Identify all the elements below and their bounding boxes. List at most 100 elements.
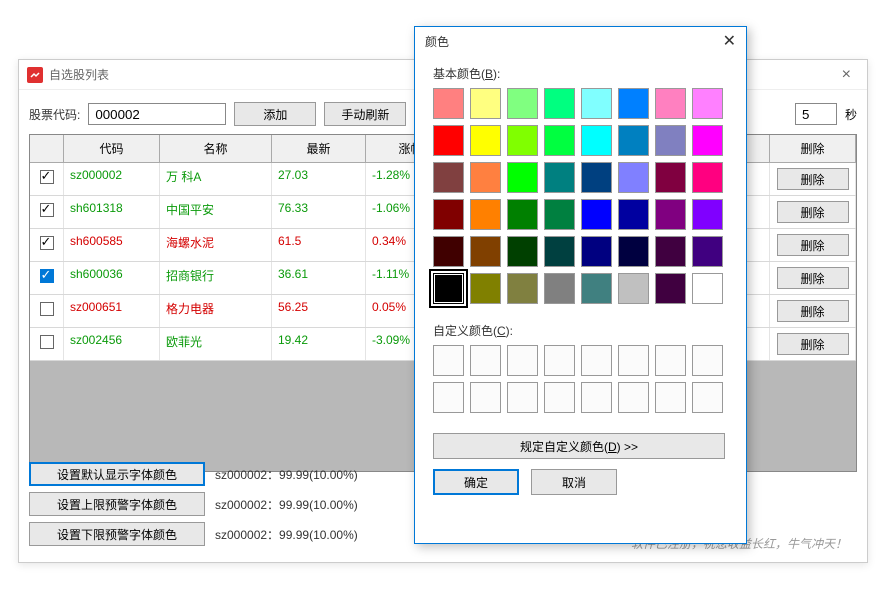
color-swatch[interactable]	[581, 88, 612, 119]
color-swatch[interactable]	[433, 199, 464, 230]
custom-colors-label: 自定义颜色(C):	[433, 322, 728, 339]
code-label: 股票代码:	[29, 106, 80, 123]
color-swatch[interactable]	[692, 199, 723, 230]
color-swatch[interactable]	[655, 199, 686, 230]
cell-latest: 56.25	[272, 295, 366, 327]
color-swatch[interactable]	[470, 125, 501, 156]
color-swatch[interactable]	[433, 88, 464, 119]
color-swatch[interactable]	[507, 273, 538, 304]
cancel-button[interactable]: 取消	[531, 469, 617, 495]
color-swatch[interactable]	[581, 273, 612, 304]
color-swatch[interactable]	[544, 125, 575, 156]
color-swatch[interactable]	[470, 273, 501, 304]
color-swatch[interactable]	[544, 199, 575, 230]
custom-color-swatch[interactable]	[618, 382, 649, 413]
color-swatch[interactable]	[507, 162, 538, 193]
color-swatch[interactable]	[618, 273, 649, 304]
color-swatch[interactable]	[692, 236, 723, 267]
custom-color-swatch[interactable]	[433, 382, 464, 413]
color-swatch[interactable]	[655, 125, 686, 156]
color-swatch[interactable]	[470, 88, 501, 119]
add-button[interactable]: 添加	[234, 102, 316, 126]
app-icon	[27, 67, 43, 83]
color-swatch[interactable]	[655, 236, 686, 267]
custom-color-swatch[interactable]	[544, 382, 575, 413]
color-swatch[interactable]	[655, 162, 686, 193]
row-checkbox[interactable]	[40, 335, 54, 349]
refresh-button[interactable]: 手动刷新	[324, 102, 406, 126]
color-swatch[interactable]	[618, 125, 649, 156]
custom-color-swatch[interactable]	[692, 345, 723, 376]
interval-input[interactable]	[795, 103, 837, 125]
color-swatch[interactable]	[618, 162, 649, 193]
color-swatch[interactable]	[433, 236, 464, 267]
row-checkbox[interactable]	[40, 170, 54, 184]
close-icon[interactable]: ×	[834, 66, 859, 84]
custom-color-swatch[interactable]	[581, 345, 612, 376]
define-custom-color-button[interactable]: 规定自定义颜色(D) >>	[433, 433, 725, 459]
color-swatch[interactable]	[581, 199, 612, 230]
color-swatch[interactable]	[544, 236, 575, 267]
row-checkbox[interactable]	[40, 203, 54, 217]
color-swatch[interactable]	[692, 273, 723, 304]
basic-colors-label: 基本颜色(B):	[433, 65, 728, 82]
custom-color-swatch[interactable]	[433, 345, 464, 376]
color-swatch[interactable]	[433, 273, 464, 304]
row-checkbox[interactable]	[40, 236, 54, 250]
cell-name: 海螺水泥	[160, 229, 272, 261]
color-swatch[interactable]	[692, 162, 723, 193]
color-swatch[interactable]	[692, 88, 723, 119]
header-delete: 删除	[770, 135, 856, 163]
color-swatch[interactable]	[618, 199, 649, 230]
default-color-button[interactable]: 设置默认显示字体颜色	[29, 462, 205, 486]
color-swatch[interactable]	[433, 162, 464, 193]
delete-button[interactable]: 删除	[777, 201, 849, 223]
color-swatch[interactable]	[655, 273, 686, 304]
color-swatch[interactable]	[581, 162, 612, 193]
color-swatch[interactable]	[507, 236, 538, 267]
cell-name: 欧菲光	[160, 328, 272, 360]
custom-color-swatch[interactable]	[470, 345, 501, 376]
color-swatch[interactable]	[470, 199, 501, 230]
custom-color-swatch[interactable]	[692, 382, 723, 413]
color-swatch[interactable]	[507, 125, 538, 156]
ok-button[interactable]: 确定	[433, 469, 519, 495]
color-swatch[interactable]	[655, 88, 686, 119]
custom-color-swatch[interactable]	[581, 382, 612, 413]
upper-alert-color-button[interactable]: 设置上限预警字体颜色	[29, 492, 205, 516]
custom-color-swatch[interactable]	[470, 382, 501, 413]
custom-color-swatch[interactable]	[655, 382, 686, 413]
color-swatch[interactable]	[544, 273, 575, 304]
color-swatch[interactable]	[544, 162, 575, 193]
color-swatch[interactable]	[692, 125, 723, 156]
color-dialog-titlebar: 颜色 ✕	[415, 27, 746, 55]
color-swatch[interactable]	[507, 199, 538, 230]
color-swatch[interactable]	[470, 162, 501, 193]
color-swatch[interactable]	[470, 236, 501, 267]
row-checkbox[interactable]	[40, 302, 54, 316]
custom-color-swatch[interactable]	[618, 345, 649, 376]
delete-button[interactable]: 删除	[777, 333, 849, 355]
color-swatch[interactable]	[581, 236, 612, 267]
color-swatch[interactable]	[544, 88, 575, 119]
lower-alert-color-button[interactable]: 设置下限预警字体颜色	[29, 522, 205, 546]
custom-color-swatch[interactable]	[507, 382, 538, 413]
row-checkbox[interactable]	[40, 269, 54, 283]
color-swatch[interactable]	[581, 125, 612, 156]
custom-color-swatch[interactable]	[507, 345, 538, 376]
color-swatch[interactable]	[507, 88, 538, 119]
delete-button[interactable]: 删除	[777, 234, 849, 256]
color-swatch[interactable]	[618, 236, 649, 267]
color-swatch[interactable]	[618, 88, 649, 119]
custom-color-swatch[interactable]	[655, 345, 686, 376]
cell-latest: 61.5	[272, 229, 366, 261]
color-swatch[interactable]	[433, 125, 464, 156]
color-dialog-close-icon[interactable]: ✕	[723, 31, 736, 51]
delete-button[interactable]: 删除	[777, 267, 849, 289]
custom-color-swatch[interactable]	[544, 345, 575, 376]
delete-button[interactable]: 删除	[777, 300, 849, 322]
stock-code-input[interactable]	[88, 103, 226, 125]
delete-button[interactable]: 删除	[777, 168, 849, 190]
interval-suffix: 秒	[845, 106, 857, 123]
header-name: 名称	[160, 135, 272, 163]
